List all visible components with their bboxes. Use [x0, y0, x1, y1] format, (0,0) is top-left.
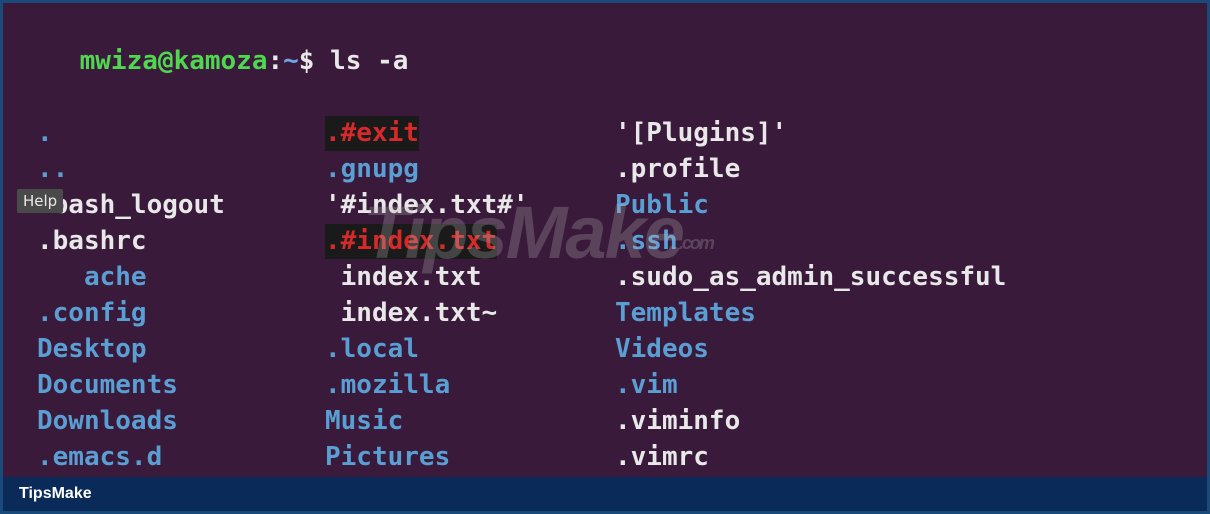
ls-entry: .. [37, 152, 68, 187]
ls-entry: .gnupg [325, 152, 419, 187]
ls-entry: .viminfo [615, 404, 740, 439]
ls-entry: .bashrc [37, 224, 147, 259]
ls-entry: Music [325, 404, 403, 439]
prompt-dollar: $ [299, 46, 315, 76]
ls-entry: Documents [37, 368, 178, 403]
ls-entry: ache [37, 260, 147, 295]
prompt-sep: : [267, 46, 283, 76]
ls-entry: .vim [615, 368, 678, 403]
prompt-user: mwiza [80, 46, 158, 76]
ls-entry: .#index.txt [325, 224, 497, 259]
ls-entry: '#index.txt#' [325, 188, 529, 223]
help-badge[interactable]: Help [17, 189, 63, 213]
ls-entry: .mozilla [325, 368, 450, 403]
terminal-window[interactable]: mwiza@kamoza:~$ ls -a ....bash_logout.ba… [3, 3, 1207, 482]
ls-entry: '[Plugins]' [615, 116, 787, 151]
ls-entry: Desktop [37, 332, 147, 367]
ls-entry: .emacs.d [37, 440, 162, 475]
ls-entry: Videos [615, 332, 709, 367]
prompt-command: ls -a [330, 46, 408, 76]
prompt-line: mwiza@kamoza:~$ ls -a [17, 9, 1193, 114]
prompt-host: kamoza [174, 46, 268, 76]
ls-output: ....bash_logout.bashrc ache.configDeskto… [17, 116, 1193, 476]
prompt-path: ~ [283, 46, 299, 76]
caption-bar: TipsMake [3, 477, 1207, 511]
ls-entry: .ssh [615, 224, 678, 259]
ls-entry: Pictures [325, 440, 450, 475]
ls-entry: .config [37, 296, 147, 331]
ls-entry: Public [615, 188, 709, 223]
ls-entry: .bash_logout [37, 188, 225, 223]
ls-entry: Downloads [37, 404, 178, 439]
ls-entry: index.txt [325, 260, 482, 295]
ls-entry: index.txt~ [325, 296, 497, 331]
ls-entry: .vimrc [615, 440, 709, 475]
ls-entry: . [37, 116, 53, 151]
ls-entry: .profile [615, 152, 740, 187]
caption-text: TipsMake [19, 485, 92, 502]
ls-entry: .local [325, 332, 419, 367]
ls-entry: .sudo_as_admin_successful [615, 260, 1006, 295]
ls-entry: Templates [615, 296, 756, 331]
prompt-at: @ [158, 46, 174, 76]
ls-entry: .#exit [325, 116, 419, 151]
